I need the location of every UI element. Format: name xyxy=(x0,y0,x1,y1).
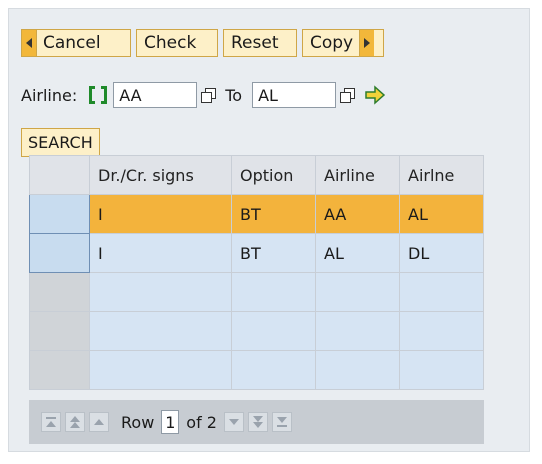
table-row[interactable] xyxy=(29,272,484,312)
page-down-icon[interactable] xyxy=(247,412,268,432)
cancel-button[interactable]: Cancel xyxy=(21,29,131,57)
last-page-icon[interactable] xyxy=(271,412,292,432)
cancel-label: Cancel xyxy=(43,33,101,53)
row-number-input[interactable]: 1 xyxy=(161,410,180,434)
airline-filter-row: Airline: AA To AL xyxy=(21,80,386,110)
table-cell xyxy=(231,272,316,312)
table-header: Dr./Cr. signs Option Airline Airlne xyxy=(29,155,484,195)
first-page-icon[interactable] xyxy=(41,412,61,432)
column-header[interactable]: Option xyxy=(231,155,316,195)
table-cell: BT xyxy=(231,233,316,273)
row-down-icon[interactable] xyxy=(223,412,244,432)
table-row[interactable] xyxy=(29,311,484,351)
arrow-right-icon xyxy=(359,30,375,56)
table-row[interactable]: I BT AA AL xyxy=(29,194,484,234)
check-label: Check xyxy=(144,33,197,53)
table-cell xyxy=(399,350,484,390)
table-pager: Row 1 of 2 xyxy=(29,400,484,444)
multiple-selection-arrow-icon[interactable] xyxy=(364,85,386,105)
copy-button[interactable]: Copy xyxy=(302,29,384,57)
copy-label: Copy xyxy=(310,33,354,53)
table-cell xyxy=(231,350,316,390)
table-cell xyxy=(315,311,400,351)
table-cell xyxy=(399,311,484,351)
airline-from-value: AA xyxy=(119,85,142,105)
table-cell xyxy=(89,311,232,351)
results-table: Dr./Cr. signs Option Airline Airlne I BT… xyxy=(29,155,484,390)
reset-label: Reset xyxy=(231,33,279,53)
selection-option-icon[interactable] xyxy=(89,86,108,104)
row-label: Row xyxy=(121,412,155,432)
page-up-icon[interactable] xyxy=(65,412,85,432)
table-cell: AA xyxy=(315,194,400,234)
airline-from-input[interactable]: AA xyxy=(113,82,198,108)
table-cell: DL xyxy=(399,233,484,273)
check-button[interactable]: Check xyxy=(136,29,218,57)
table-row[interactable]: I BT AL DL xyxy=(29,233,484,273)
to-label: To xyxy=(225,85,243,105)
airline-label: Airline: xyxy=(21,85,78,105)
multiple-selection-icon[interactable] xyxy=(340,88,356,103)
airline-to-input[interactable]: AL xyxy=(252,82,337,108)
reset-button[interactable]: Reset xyxy=(223,29,297,57)
row-count-label: of 2 xyxy=(186,412,217,432)
table-cell xyxy=(315,350,400,390)
multiple-selection-icon[interactable] xyxy=(201,88,217,103)
table-cell xyxy=(89,272,232,312)
search-label: SEARCH xyxy=(28,133,93,152)
table-cell xyxy=(231,311,316,351)
table-cell xyxy=(315,272,400,312)
table-cell xyxy=(89,350,232,390)
select-all-cell[interactable] xyxy=(29,155,90,195)
table-cell xyxy=(399,272,484,312)
column-header[interactable]: Airline xyxy=(315,155,400,195)
table-row[interactable] xyxy=(29,350,484,390)
table-cell: BT xyxy=(231,194,316,234)
search-button[interactable]: SEARCH xyxy=(21,128,100,157)
airline-to-value: AL xyxy=(258,85,278,105)
table-cell: I xyxy=(89,194,232,234)
arrow-left-icon xyxy=(22,30,37,56)
row-selector[interactable] xyxy=(29,272,90,312)
toolbar: Cancel Check Reset Copy xyxy=(21,29,384,59)
row-selector[interactable] xyxy=(29,194,90,234)
column-header[interactable]: Dr./Cr. signs xyxy=(89,155,232,195)
row-selector[interactable] xyxy=(29,233,90,273)
row-selector[interactable] xyxy=(29,350,90,390)
table-cell: I xyxy=(89,233,232,273)
table-cell: AL xyxy=(315,233,400,273)
table-cell: AL xyxy=(399,194,484,234)
column-header[interactable]: Airlne xyxy=(399,155,484,195)
row-selector[interactable] xyxy=(29,311,90,351)
row-up-icon[interactable] xyxy=(89,412,109,432)
